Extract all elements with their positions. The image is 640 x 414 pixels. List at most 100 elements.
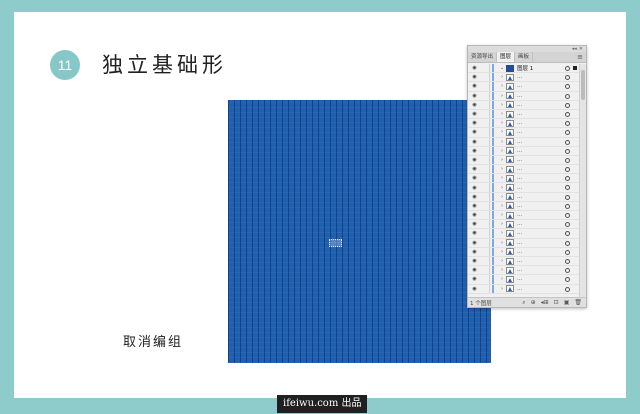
sublayer-name[interactable]: ... [517,194,541,200]
layer-row[interactable]: ◉ ›... [468,137,579,147]
lock-toggle[interactable] [479,128,490,137]
layer-row[interactable]: ◉ ›... [468,183,579,193]
target-icon[interactable] [565,157,570,163]
sublayer-name[interactable]: ... [517,286,541,292]
sublayer-name[interactable]: ... [517,93,541,99]
sublayer-name[interactable]: ... [517,148,541,154]
eye-icon[interactable]: ◉ [470,249,479,255]
layers-scrollbar[interactable] [579,64,586,299]
lock-toggle[interactable] [479,165,490,174]
eye-icon[interactable]: ◉ [470,166,479,172]
layer-row-top[interactable]: ◉ ⌄ 图层 1 [468,64,579,74]
chevron-right-icon[interactable]: › [498,129,506,135]
target-icon[interactable] [565,277,570,283]
layer-row[interactable]: ◉ ›... [468,174,579,184]
eye-icon[interactable]: ◉ [470,286,479,292]
lock-toggle[interactable] [479,266,490,275]
layer-row[interactable]: ◉ ›... [468,109,579,120]
sublayer-name[interactable]: ... [517,120,541,126]
eye-icon[interactable]: ◉ [470,276,479,282]
layer-row[interactable]: ◉ ›... [468,165,579,175]
layer-row[interactable]: ◉ ›... [468,82,579,92]
sublayer-name[interactable]: ... [517,267,541,273]
sublayer-name[interactable]: ... [517,203,541,209]
chevron-right-icon[interactable]: › [498,276,506,282]
eye-icon[interactable]: ◉ [470,111,479,117]
selection-marker[interactable] [329,239,342,247]
layer-row[interactable]: ◉ ›... [468,146,579,156]
eye-icon[interactable]: ◉ [470,258,479,264]
sublayer-name[interactable]: ... [517,221,541,227]
eye-icon[interactable]: ◉ [470,129,479,135]
target-icon[interactable] [565,268,570,274]
layer-row[interactable]: ◉ ›... [468,192,579,202]
target-icon[interactable] [565,84,570,90]
sublayer-name[interactable]: ... [517,111,541,117]
target-icon[interactable] [565,167,570,173]
sublayer-name[interactable]: ... [517,129,541,135]
lock-toggle[interactable] [479,275,490,284]
layer-row[interactable]: ◉ ›... [468,201,579,211]
chevron-right-icon[interactable]: › [498,203,506,209]
sublayer-name[interactable]: ... [517,139,541,145]
lock-toggle[interactable] [479,100,490,109]
sublayer-name[interactable]: ... [517,249,541,255]
eye-icon[interactable]: ◉ [470,212,479,218]
layer-row[interactable]: ◉ ›... [468,211,579,221]
target-icon[interactable] [565,222,570,228]
lock-toggle[interactable] [479,247,490,256]
eye-icon[interactable]: ◉ [470,185,479,191]
sublayer-name[interactable]: ... [517,230,541,236]
lock-toggle[interactable] [479,82,490,91]
layer-row[interactable]: ◉ ›... [468,128,579,138]
target-icon[interactable] [565,194,570,200]
target-icon[interactable] [565,66,570,71]
artboard-pattern[interactable] [228,100,491,363]
lock-toggle[interactable] [479,64,490,73]
lock-toggle[interactable] [479,174,490,183]
chevron-right-icon[interactable]: › [498,194,506,200]
layer-row[interactable]: ◉ ›... [468,229,579,239]
sublayer-name[interactable]: ... [517,258,541,264]
tab-artboards[interactable]: 画板 [515,52,534,62]
chevron-right-icon[interactable]: › [498,175,506,181]
chevron-right-icon[interactable]: › [498,185,506,191]
layer-row[interactable]: ◉ ›... [468,284,579,294]
layer-row[interactable]: ◉ ›... [468,100,579,110]
target-icon[interactable] [565,111,570,117]
target-icon[interactable] [565,139,570,145]
lock-toggle[interactable] [479,201,490,210]
selection-indicator[interactable] [573,66,577,70]
eye-icon[interactable]: ◉ [470,194,479,200]
layer-row[interactable]: ◉ ›... [468,238,579,248]
sublayer-name[interactable]: ... [517,102,541,108]
sublayer-name[interactable]: ... [517,83,541,89]
lock-toggle[interactable] [479,183,490,192]
lock-toggle[interactable] [479,238,490,247]
chevron-right-icon[interactable]: › [498,230,506,236]
chevron-right-icon[interactable]: › [498,221,506,227]
chevron-right-icon[interactable]: › [498,93,506,99]
target-icon[interactable] [565,176,570,182]
clipping-mask-icon[interactable]: ◂⊞ [541,299,549,307]
target-icon[interactable] [565,286,570,292]
eye-icon[interactable]: ◉ [470,175,479,181]
lock-toggle[interactable] [479,211,490,220]
eye-icon[interactable]: ◉ [470,240,479,246]
lock-toggle[interactable] [479,192,490,201]
lock-toggle[interactable] [479,256,490,266]
eye-icon[interactable]: ◉ [470,83,479,89]
chevron-right-icon[interactable]: › [498,102,506,108]
lock-toggle[interactable] [479,220,490,229]
chevron-right-icon[interactable]: › [498,267,506,273]
eye-icon[interactable]: ◉ [470,148,479,154]
layer-row[interactable]: ◉ ›... [468,247,579,257]
chevron-right-icon[interactable]: › [498,148,506,154]
layer-row[interactable]: ◉ ›... [468,73,579,83]
eye-icon[interactable]: ◉ [470,74,479,80]
target-icon[interactable] [565,213,570,218]
layer-row[interactable]: ◉ ›... [468,91,579,101]
chevron-right-icon[interactable]: › [498,166,506,172]
target-icon[interactable] [565,185,570,191]
chevron-right-icon[interactable]: › [498,249,506,255]
